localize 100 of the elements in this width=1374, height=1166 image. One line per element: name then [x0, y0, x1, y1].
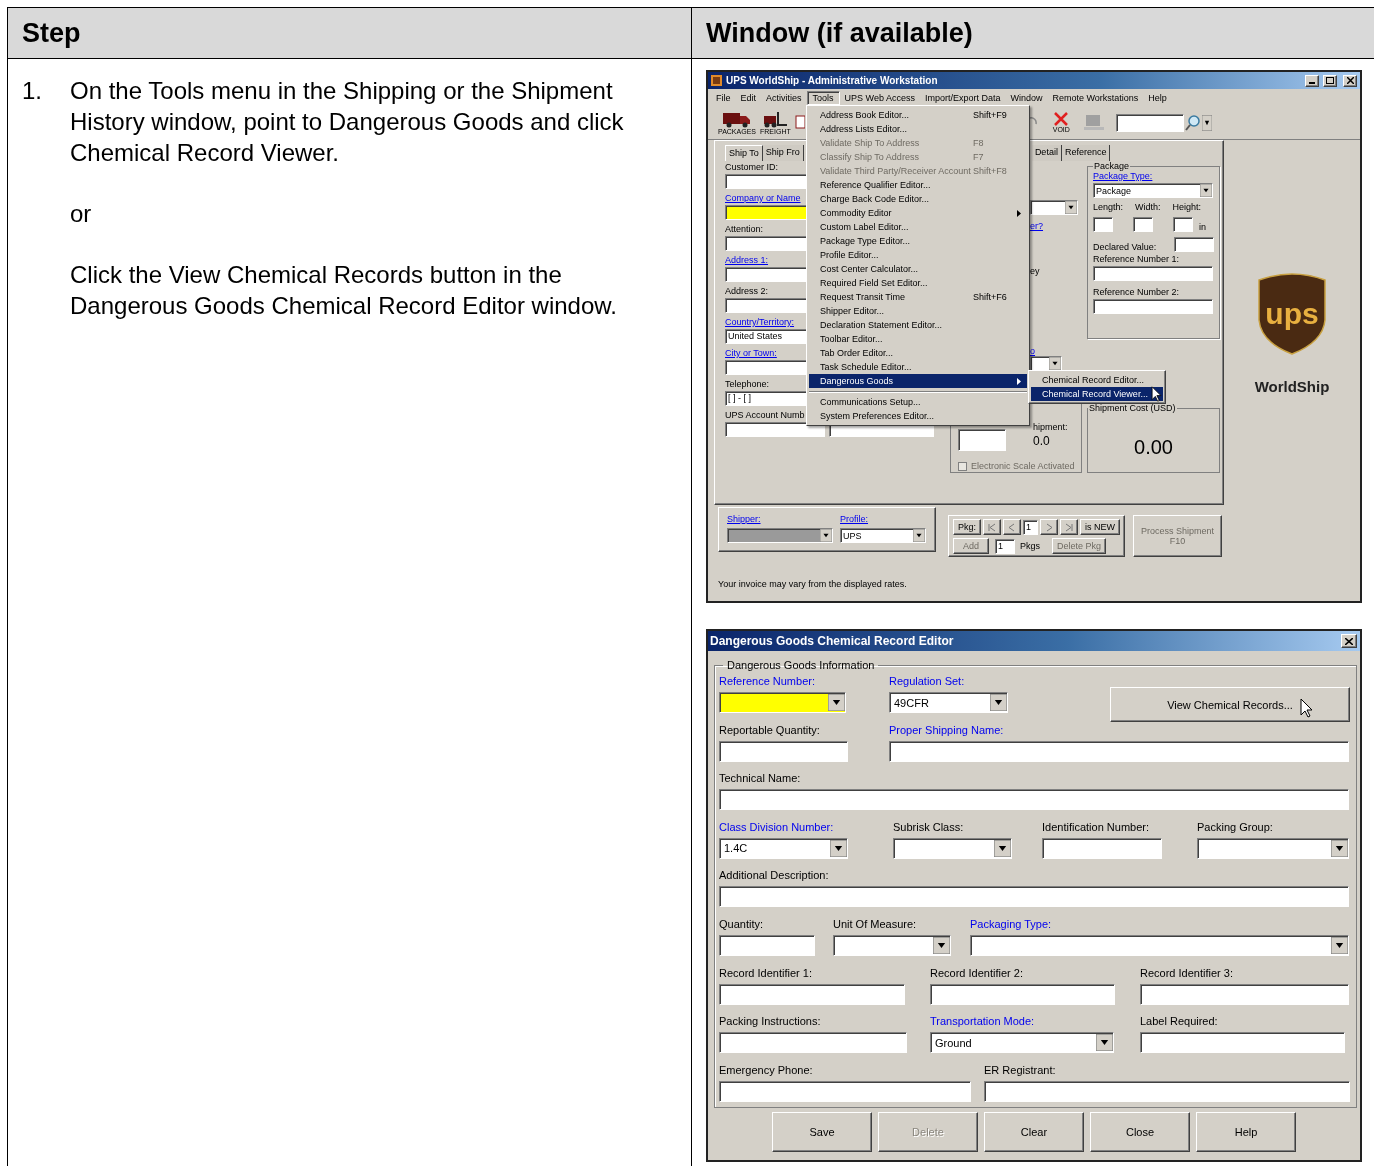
menu-item[interactable]: Remote Workstations [1047, 91, 1144, 104]
dropdown[interactable] [719, 692, 846, 713]
menu-item[interactable]: Chemical Record Viewer... [1031, 387, 1163, 401]
step-number: 1. [22, 76, 43, 106]
field-label: Address 1: [725, 255, 769, 267]
menu-item[interactable]: Cost Center Calculator... [809, 262, 1027, 276]
menu-item[interactable]: Request Transit Time Shift+F6 [809, 290, 1027, 304]
dialog-button[interactable]: Save [772, 1112, 872, 1152]
nav-button[interactable] [1003, 519, 1021, 535]
tab[interactable]: Ship To [725, 145, 763, 161]
menu-item[interactable]: System Preferences Editor... [809, 409, 1027, 423]
text-field[interactable] [1133, 217, 1153, 232]
dropdown[interactable]: 1.4C [719, 837, 848, 859]
menu-item[interactable]: Charge Back Code Editor... [809, 192, 1027, 206]
text-field[interactable] [719, 983, 905, 1005]
text-field[interactable] [1140, 983, 1349, 1005]
search-field[interactable] [1115, 113, 1184, 132]
field-label: Profile: [840, 514, 868, 526]
caret-icon [933, 936, 950, 954]
dialog-button[interactable]: Help [1196, 1112, 1296, 1152]
tab[interactable]: Detail [1031, 145, 1062, 161]
field-label: UPS Account Numb [725, 410, 805, 422]
text-field[interactable] [1140, 1032, 1345, 1054]
menu-item[interactable]: Window [1005, 91, 1048, 104]
text-field[interactable] [1093, 299, 1213, 314]
menu-item[interactable]: File [711, 91, 736, 104]
menu-item[interactable]: Reference Qualifier Editor... [809, 178, 1027, 192]
text-field[interactable] [719, 1032, 907, 1054]
close-icon [1346, 77, 1354, 84]
menu-item[interactable]: Chemical Record Editor... [1031, 373, 1163, 387]
dropdown[interactable] [833, 934, 951, 956]
caret-icon [1200, 184, 1212, 197]
menu-item[interactable]: Import/Export Data [919, 91, 1006, 104]
field-label: Record Identifier 1: [719, 966, 812, 981]
maximize-button[interactable] [1323, 74, 1337, 87]
field-label: Unit Of Measure: [833, 917, 917, 932]
dropdown[interactable] [893, 837, 1012, 859]
menu-item[interactable]: Declaration Statement Editor... [809, 318, 1027, 332]
menu-item[interactable]: Address Book Editor... Shift+F9 [809, 108, 1027, 122]
menu-item[interactable]: Package Type Editor... [809, 234, 1027, 248]
field-label: Class Division Number: [719, 820, 834, 835]
menu-item[interactable]: Edit [735, 91, 762, 104]
menu-item[interactable]: Address Lists Editor... [809, 122, 1027, 136]
dropdown[interactable]: Package [1093, 183, 1213, 198]
menu-item[interactable]: Commodity Editor [809, 206, 1027, 220]
text-field[interactable] [889, 740, 1349, 762]
menu-item[interactable]: Custom Label Editor... [809, 220, 1027, 234]
tab[interactable]: Ship Fro [762, 145, 804, 161]
text-field[interactable] [719, 789, 1349, 811]
dropdown[interactable] [970, 934, 1349, 956]
group-title: Package [1093, 161, 1131, 171]
text-field[interactable] [1173, 217, 1193, 232]
text-field[interactable]: 1 [995, 538, 1015, 554]
dropdown[interactable] [727, 528, 833, 543]
dropdown[interactable]: UPS [840, 528, 926, 543]
view-records-button[interactable]: View Chemical Records... [1110, 687, 1350, 722]
close-icon [1345, 637, 1353, 645]
text-field[interactable] [719, 1080, 971, 1102]
field-label: Identification Number: [1042, 820, 1149, 835]
nav-button[interactable] [1040, 519, 1058, 535]
text-field[interactable] [719, 886, 1349, 908]
menu-item[interactable]: Tools [806, 90, 840, 105]
tab[interactable]: Reference [1061, 145, 1111, 161]
menu-item[interactable]: UPS Web Access [839, 91, 920, 104]
dropdown[interactable] [1197, 837, 1349, 859]
text-field[interactable] [984, 1080, 1350, 1102]
menu-item[interactable]: Tab Order Editor... [809, 346, 1027, 360]
text-field[interactable] [725, 422, 825, 437]
maximize-icon [1326, 77, 1334, 84]
text-field[interactable] [930, 983, 1115, 1005]
dropdown[interactable]: 49CFR [889, 692, 1008, 713]
menu-item[interactable]: Activities [761, 91, 807, 104]
dialog-button[interactable]: Close [1090, 1112, 1190, 1152]
close-button[interactable] [1341, 634, 1357, 648]
text-field[interactable] [1174, 237, 1214, 252]
x-icon [1053, 111, 1070, 126]
dropdown[interactable]: Ground [930, 1032, 1114, 1054]
text-field[interactable] [1042, 837, 1162, 859]
nav-button[interactable] [1060, 519, 1078, 535]
menu-item[interactable]: Shipper Editor... [809, 304, 1027, 318]
field-label: Regulation Set: [889, 675, 965, 689]
dialog-button[interactable]: Clear [984, 1112, 1084, 1152]
menu-item[interactable]: Task Schedule Editor... [809, 360, 1027, 374]
text-field[interactable]: 1 [1023, 519, 1038, 535]
text-field[interactable] [1093, 217, 1113, 232]
field-label: Subrisk Class: [893, 820, 964, 835]
text-field[interactable] [719, 740, 848, 762]
menu-item[interactable]: Required Field Set Editor... [809, 276, 1027, 290]
field-label: Package Type: [1093, 171, 1153, 183]
menu-item[interactable]: Help [1143, 91, 1172, 104]
nav-button[interactable] [983, 519, 1001, 535]
text-field[interactable] [958, 429, 1006, 451]
text-field[interactable] [719, 934, 815, 956]
text-field[interactable] [1093, 266, 1213, 281]
menu-item[interactable]: Dangerous Goods [809, 374, 1027, 388]
field-label: Record Identifier 3: [1140, 966, 1233, 981]
close-button[interactable] [1343, 74, 1357, 87]
dropdown[interactable] [1030, 200, 1078, 215]
minimize-button[interactable] [1305, 74, 1319, 87]
menu-item[interactable]: Profile Editor... [809, 248, 1027, 262]
